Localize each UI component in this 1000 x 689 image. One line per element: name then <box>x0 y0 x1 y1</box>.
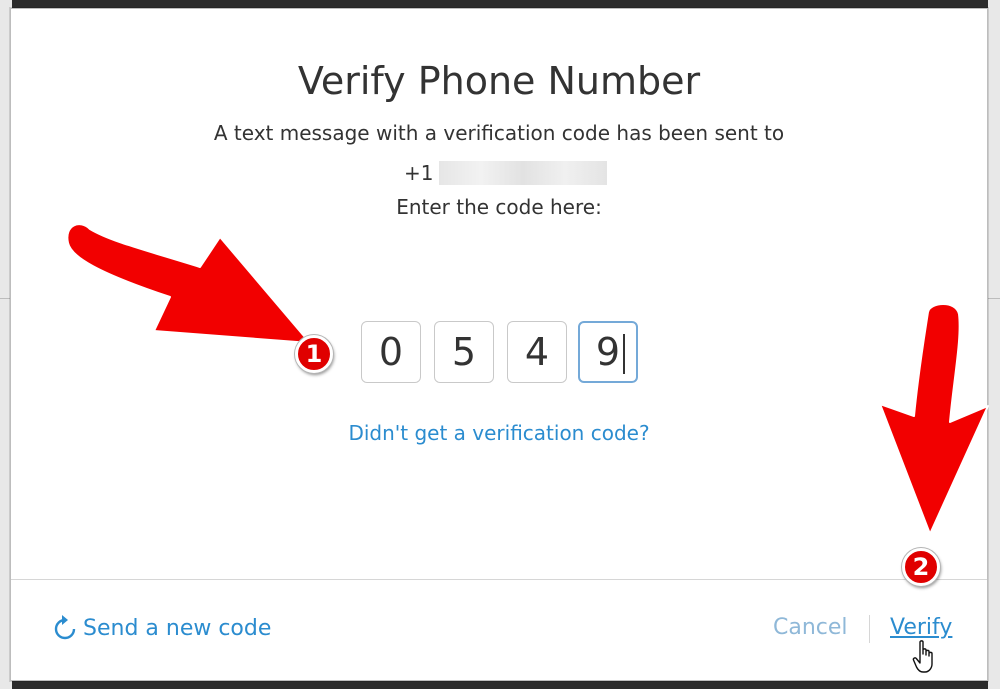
redacted-phone-number <box>439 161 608 185</box>
code-digit-1[interactable]: 0 <box>361 321 421 383</box>
send-new-code-label: Send a new code <box>83 615 272 641</box>
phone-number: +1 <box>404 158 608 188</box>
phone-prefix: +1 <box>404 161 434 185</box>
code-digit-4[interactable]: 9 <box>578 321 638 383</box>
text-caret <box>623 334 625 374</box>
code-digit-2[interactable]: 5 <box>434 321 494 383</box>
code-digit-4-value: 9 <box>595 330 621 374</box>
step-badge-2: 2 <box>902 548 940 586</box>
footer-separator <box>869 615 870 643</box>
send-new-code-button[interactable]: Send a new code <box>53 615 271 641</box>
refresh-icon <box>54 615 76 640</box>
no-code-help-link[interactable]: Didn't get a verification code? <box>11 421 987 445</box>
code-digit-3[interactable]: 4 <box>507 321 567 383</box>
verify-button[interactable]: Verify <box>890 615 952 640</box>
footer-divider <box>11 579 987 580</box>
annotation-arrow-2 <box>879 303 989 535</box>
dialog-title: Verify Phone Number <box>297 59 701 103</box>
annotation-arrow-1 <box>66 223 311 344</box>
step-badge-1: 1 <box>295 335 333 373</box>
dialog-message: A text message with a verification code … <box>213 121 785 145</box>
hand-cursor-icon <box>912 640 933 673</box>
cancel-button[interactable]: Cancel <box>773 615 848 640</box>
